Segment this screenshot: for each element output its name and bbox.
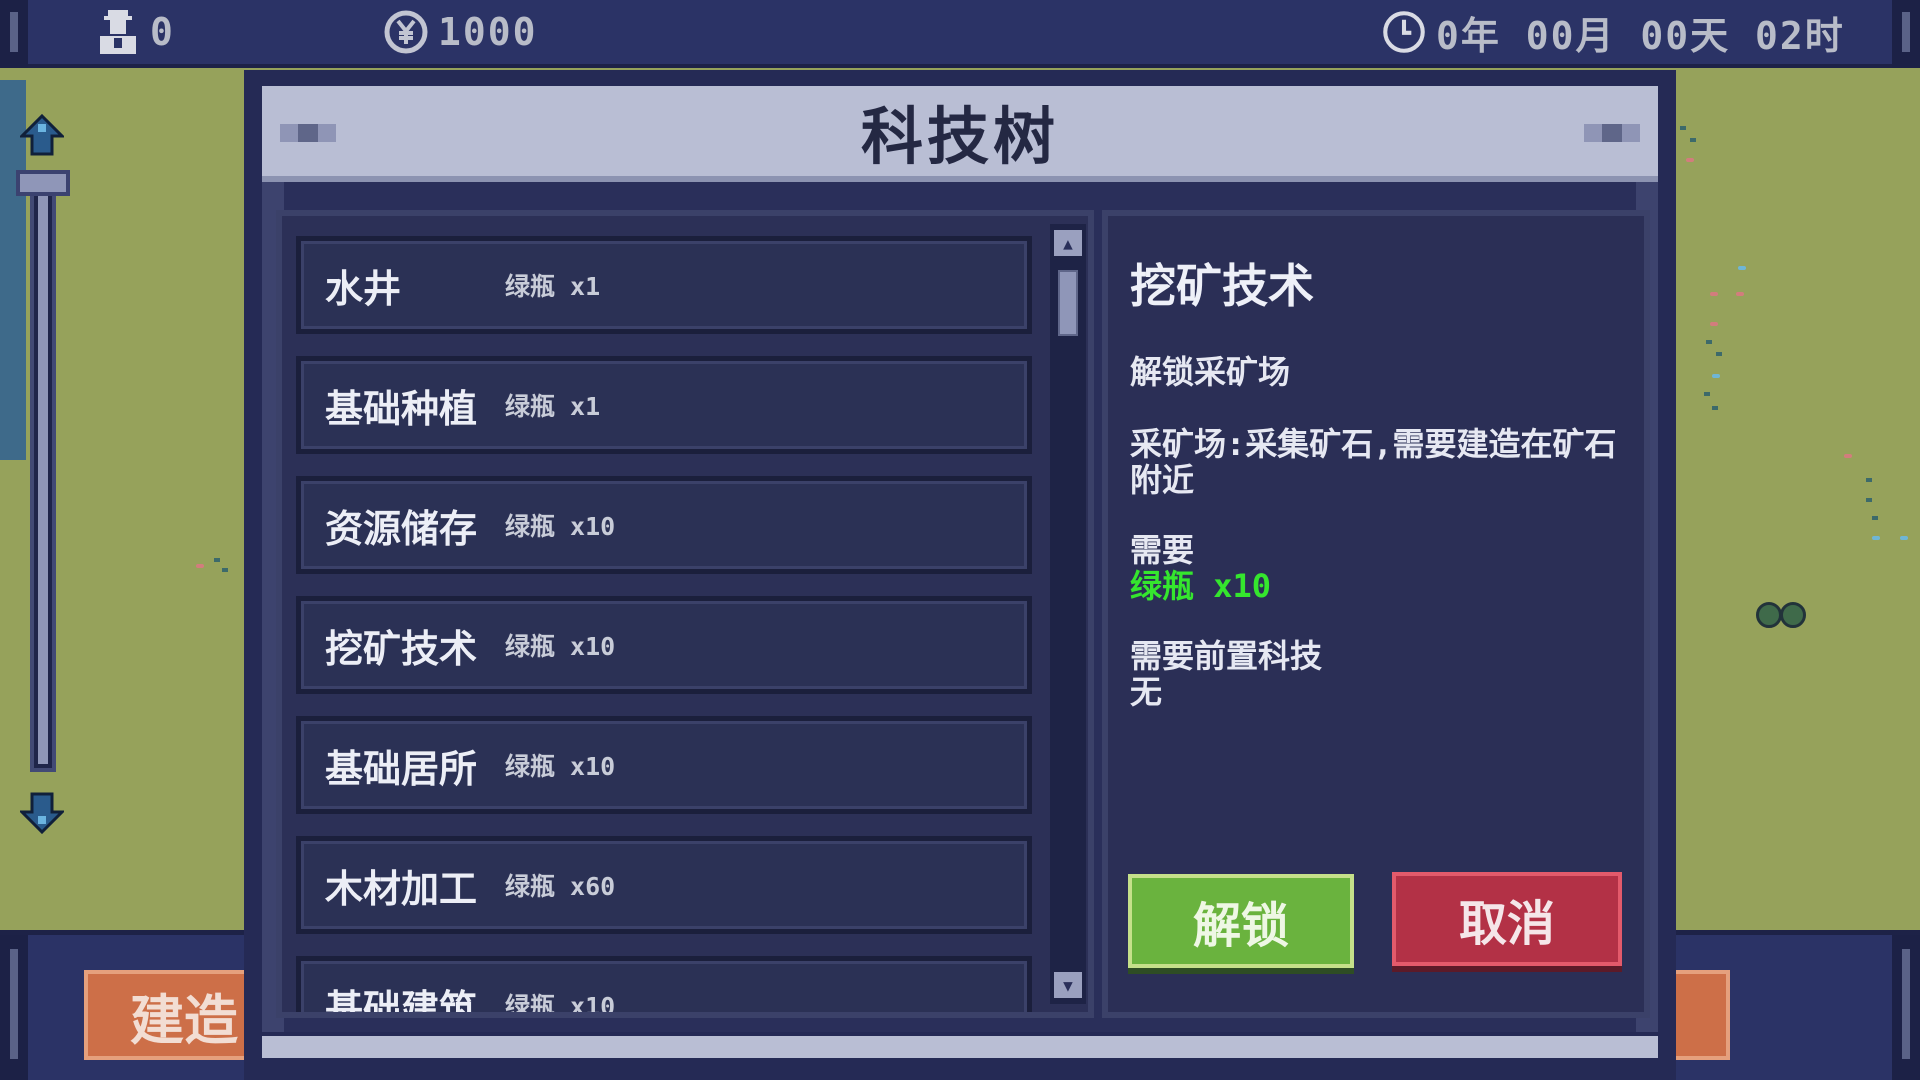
detail-title: 挖矿技术 xyxy=(1130,259,1314,313)
tech-cost: 绿瓶 x1 xyxy=(505,392,601,421)
tech-cost: 绿瓶 x60 xyxy=(505,872,616,901)
scroll-up-icon[interactable]: ▲ xyxy=(1054,230,1082,256)
title-decoration xyxy=(280,124,336,142)
grass-tuft xyxy=(1866,478,1872,482)
flower-decoration xyxy=(1844,454,1852,458)
tech-list-panel: 水井 绿瓶 x1 基础种植 绿瓶 x1 资源储存 绿瓶 x10 挖矿技术 绿瓶 … xyxy=(276,210,1094,1018)
tech-list-item[interactable]: 基础居所 绿瓶 x10 xyxy=(296,716,1032,814)
grass-tuft xyxy=(1872,516,1878,520)
flower-decoration xyxy=(1738,266,1746,270)
detail-unlocks: 解锁采矿场 xyxy=(1130,353,1291,391)
title-decoration xyxy=(1584,124,1640,142)
flower-decoration xyxy=(1872,536,1880,540)
grass-tuft xyxy=(1716,352,1722,356)
dialog-title-bar: 科技树 xyxy=(262,86,1658,182)
tech-name: 水井 xyxy=(325,266,402,311)
tech-list-item[interactable]: 基础种植 绿瓶 x1 xyxy=(296,356,1032,454)
tech-name: 基础种植 xyxy=(325,386,478,431)
tech-name: 资源储存 xyxy=(325,506,478,551)
game-clock: 0年 00月 00天 02时 xyxy=(1382,6,1845,58)
tree xyxy=(1756,602,1782,628)
flower-decoration xyxy=(1736,292,1744,296)
money-value: 1000 xyxy=(438,10,538,54)
flower-decoration xyxy=(1900,536,1908,540)
tech-cost: 绿瓶 x10 xyxy=(505,632,616,661)
dialog-title: 科技树 xyxy=(860,100,1059,173)
grass-tuft xyxy=(222,568,228,572)
requirement-value: 绿瓶 x10 xyxy=(1130,567,1272,605)
grass-tuft xyxy=(1712,406,1718,410)
toolbar-cap xyxy=(1892,935,1920,1080)
game-time-value: 0年 00月 00天 02时 xyxy=(1436,13,1845,58)
flower-decoration xyxy=(196,564,204,568)
tech-cost: 绿瓶 x10 xyxy=(505,992,616,1018)
flower-decoration xyxy=(1710,292,1718,296)
tree xyxy=(1780,602,1806,628)
tech-list-item[interactable]: 水井 绿瓶 x1 xyxy=(296,236,1032,334)
unlock-button[interactable]: 解锁 xyxy=(1128,874,1354,968)
cancel-button[interactable]: 取消 xyxy=(1392,872,1622,966)
grass-tuft xyxy=(214,558,220,562)
tech-cost: 绿瓶 x1 xyxy=(505,272,601,301)
grass-tuft xyxy=(1706,340,1712,344)
population-value: 0 xyxy=(150,10,175,54)
flower-decoration xyxy=(1710,322,1718,326)
hud-bar-cap xyxy=(1892,0,1920,68)
hud-bar-cap xyxy=(0,0,28,68)
prerequisite-heading: 需要前置科技 xyxy=(1130,637,1323,675)
scrollbar-thumb[interactable] xyxy=(1058,270,1078,336)
tech-list-item[interactable]: 资源储存 绿瓶 x10 xyxy=(296,476,1032,574)
grass-tuft xyxy=(1680,126,1686,130)
detail-description: 采矿场:采集矿石,需要建造在矿石附近 xyxy=(1130,425,1617,499)
zoom-track[interactable] xyxy=(30,172,56,772)
flower-decoration xyxy=(1686,158,1694,162)
worker-icon xyxy=(96,10,140,54)
list-scrollbar[interactable]: ▲ ▼ xyxy=(1050,224,1086,1004)
toolbar-button[interactable] xyxy=(1670,970,1730,1060)
tech-name: 基础建筑 xyxy=(325,986,478,1018)
dialog-bottom-strip xyxy=(262,1036,1658,1058)
tech-cost: 绿瓶 x10 xyxy=(505,512,616,541)
zoom-out-icon[interactable] xyxy=(20,790,64,834)
yen-coin-icon xyxy=(384,10,428,54)
tech-name: 基础居所 xyxy=(325,746,478,791)
population-counter: 0 xyxy=(96,6,175,58)
flower-decoration xyxy=(1712,374,1720,378)
tech-list-item-selected[interactable]: 挖矿技术 绿瓶 x10 xyxy=(296,596,1032,694)
clock-icon xyxy=(1382,10,1426,54)
grass-tuft xyxy=(1704,392,1710,396)
scroll-down-icon[interactable]: ▼ xyxy=(1054,972,1082,998)
grass-tuft xyxy=(1690,138,1696,142)
zoom-slider[interactable] xyxy=(16,110,72,840)
tech-list-item[interactable]: 基础建筑 绿瓶 x10 xyxy=(296,956,1032,1018)
tech-name: 木材加工 xyxy=(325,866,478,911)
build-button[interactable]: 建造 xyxy=(84,970,254,1060)
tech-cost: 绿瓶 x10 xyxy=(505,752,616,781)
zoom-handle[interactable] xyxy=(16,170,70,196)
requirement-heading: 需要 xyxy=(1130,531,1195,569)
zoom-in-icon[interactable] xyxy=(20,114,64,158)
tech-name: 挖矿技术 xyxy=(325,626,478,671)
money-counter: 1000 xyxy=(384,6,538,58)
top-hud-bar: 0 1000 0年 00月 00天 02时 xyxy=(0,0,1920,68)
grass-tuft xyxy=(1866,498,1872,502)
zoom-track-fill xyxy=(38,180,48,764)
tech-list-item[interactable]: 木材加工 绿瓶 x60 xyxy=(296,836,1032,934)
prerequisite-value: 无 xyxy=(1130,673,1163,711)
toolbar-cap xyxy=(0,935,28,1080)
